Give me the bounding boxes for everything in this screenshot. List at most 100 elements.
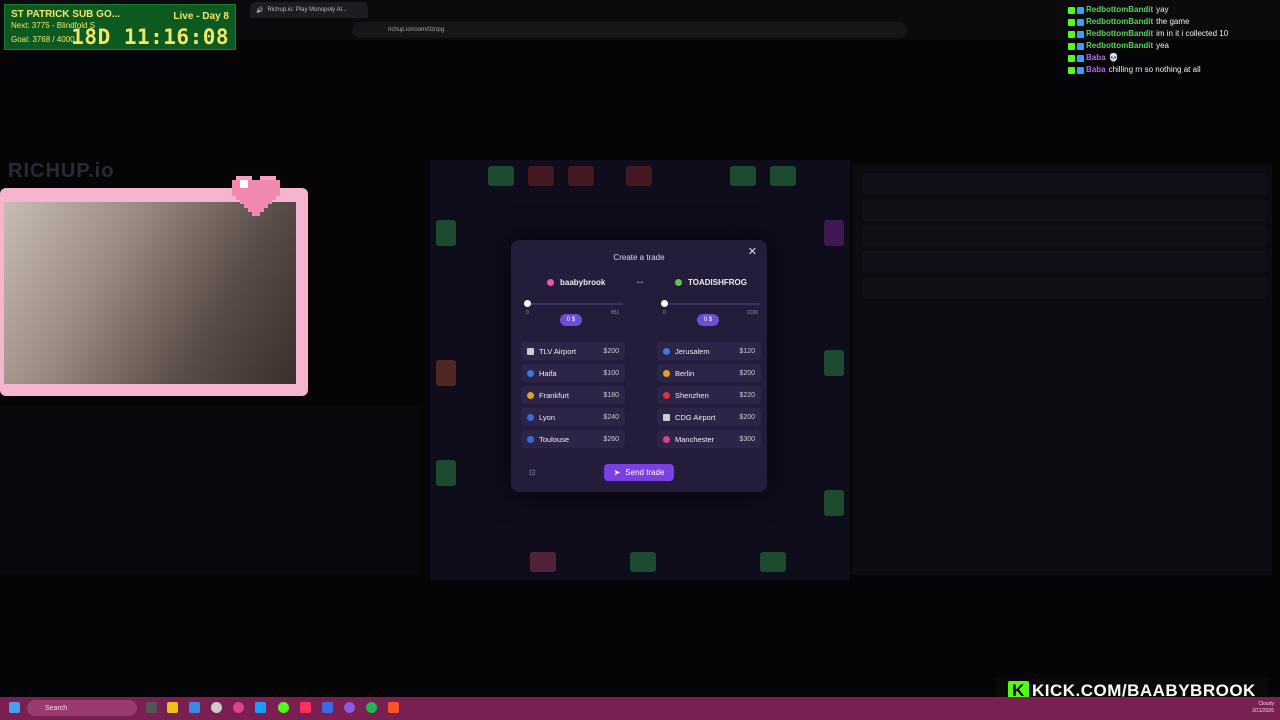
timer-live-day: Live - Day 8 xyxy=(173,11,229,22)
pixel-heart-icon xyxy=(232,176,280,216)
close-icon[interactable]: ✕ xyxy=(748,245,757,258)
subscriber-badge-icon xyxy=(1077,54,1084,62)
board-square xyxy=(630,552,656,572)
board-square xyxy=(528,166,554,186)
send-trade-button[interactable]: ➤ Send trade xyxy=(604,464,674,481)
kick-badge-icon xyxy=(1068,18,1075,26)
file-explorer-icon[interactable] xyxy=(167,702,178,713)
chat-message: RedbottomBandit yea xyxy=(1068,40,1278,52)
kick-badge-icon xyxy=(1068,66,1075,74)
steam-icon[interactable] xyxy=(255,702,266,713)
right-property-item[interactable]: Manchester $300 xyxy=(657,430,761,448)
property-name: TLV Airport xyxy=(539,346,576,356)
send-icon: ➤ xyxy=(613,468,621,477)
property-name: Berlin xyxy=(675,368,695,378)
tray-clock[interactable]: Cloudy 3/11/2026 xyxy=(1252,701,1274,715)
browser-tab[interactable]: 🔊 Richup.io: Play Monopoly Al... xyxy=(250,2,368,18)
left-property-item[interactable]: Frankfurt $180 xyxy=(521,386,625,404)
player-avatar xyxy=(547,279,554,286)
kick-icon[interactable] xyxy=(278,702,289,713)
app-icon[interactable] xyxy=(233,702,244,713)
board-square xyxy=(436,460,456,486)
property-name: CDG Airport xyxy=(675,412,716,422)
slider-knob[interactable] xyxy=(524,300,531,307)
property-price: $120 xyxy=(739,347,755,355)
property-name: Jerusalem xyxy=(675,346,710,356)
chat-text: chilling rn so nothing at all xyxy=(1108,65,1201,74)
board-square xyxy=(824,490,844,516)
kick-badge-icon xyxy=(1068,42,1075,50)
chat-message: RedbottomBandit yay xyxy=(1068,4,1278,16)
tiktok-icon[interactable] xyxy=(300,702,311,713)
property-price: $200 xyxy=(739,369,755,377)
property-price: $200 xyxy=(603,347,619,355)
board-square xyxy=(760,552,786,572)
chat-text: the game xyxy=(1156,17,1190,26)
folder-icon[interactable] xyxy=(189,702,200,713)
property-name: Frankfurt xyxy=(539,390,570,400)
right-property-item[interactable]: Jerusalem $120 xyxy=(657,342,761,360)
slider-knob[interactable] xyxy=(661,300,668,307)
board-square xyxy=(824,350,844,376)
right-player-name: TOADISHFROG xyxy=(688,278,747,287)
chat-username: RedbottomBandit xyxy=(1086,29,1154,38)
subscriber-badge-icon xyxy=(1077,30,1084,38)
player-row xyxy=(862,173,1267,195)
chat-overlay: RedbottomBandit yay RedbottomBandit the … xyxy=(1068,4,1278,76)
brave-browser-icon[interactable] xyxy=(388,702,399,713)
left-player-name: baabybrook xyxy=(560,278,606,287)
right-money-slider[interactable] xyxy=(661,300,760,307)
chat-text: yea xyxy=(1156,41,1170,50)
france-flag-icon xyxy=(527,413,534,421)
board-square xyxy=(770,166,796,186)
property-price: $100 xyxy=(603,369,619,377)
airplane-icon xyxy=(663,413,670,421)
timer-countdown: 18D 11:16:08 xyxy=(71,25,229,49)
left-money-amount: 0 $ xyxy=(560,314,582,326)
subscriber-badge-icon xyxy=(1077,42,1084,50)
right-property-item[interactable]: Shenzhen $220 xyxy=(657,386,761,404)
property-price: $200 xyxy=(739,413,755,421)
left-property-item[interactable]: Haifa $100 xyxy=(521,364,625,382)
left-money-slider[interactable] xyxy=(524,300,623,307)
game-chat-panel xyxy=(0,405,420,575)
right-money-amount: 0 $ xyxy=(697,314,719,326)
right-property-item[interactable]: Berlin $200 xyxy=(657,364,761,382)
left-player: baabybrook xyxy=(547,278,605,287)
spotify-icon[interactable] xyxy=(366,702,377,713)
discord-icon[interactable] xyxy=(344,702,355,713)
attach-icon[interactable]: ⊡ xyxy=(529,468,536,477)
subscriber-badge-icon xyxy=(1077,6,1084,14)
task-view-icon[interactable] xyxy=(146,702,157,713)
right-property-item[interactable]: CDG Airport $200 xyxy=(657,408,761,426)
property-price: $180 xyxy=(603,391,619,399)
left-property-item[interactable]: Toulouse $260 xyxy=(521,430,625,448)
board-square xyxy=(626,166,652,186)
property-name: Toulouse xyxy=(539,434,570,444)
board-square xyxy=(436,360,456,386)
settings-icon[interactable] xyxy=(211,702,222,713)
board-square xyxy=(568,166,594,186)
player-row xyxy=(862,277,1267,299)
right-player: TOADISHFROG xyxy=(675,278,747,287)
chat-message: RedbottomBandit im in it i collected 10 xyxy=(1068,28,1278,40)
left-property-item[interactable]: Lyon $240 xyxy=(521,408,625,426)
address-bar[interactable]: richup.io/room/0znpg xyxy=(352,22,907,38)
taskbar-search-label: Search xyxy=(45,704,68,712)
board-square xyxy=(488,166,514,186)
dialog-title: Create a trade xyxy=(613,253,665,262)
taskbar-search[interactable]: Search xyxy=(27,700,137,716)
speaker-icon: 🔊 xyxy=(256,7,264,14)
tray-weather: Cloudy xyxy=(1258,701,1274,707)
israel-flag-icon xyxy=(527,369,534,377)
send-trade-label: Send trade xyxy=(625,468,665,477)
property-name: Shenzhen xyxy=(675,390,709,400)
swap-arrows-icon: ↔ xyxy=(635,276,645,287)
windows-start-icon[interactable] xyxy=(9,702,20,713)
china-flag-icon xyxy=(663,391,670,399)
property-name: Lyon xyxy=(539,412,555,422)
chat-text: 💀 xyxy=(1108,53,1119,62)
left-property-item[interactable]: TLV Airport $200 xyxy=(521,342,625,360)
board-square xyxy=(730,166,756,186)
obs-icon[interactable] xyxy=(322,702,333,713)
